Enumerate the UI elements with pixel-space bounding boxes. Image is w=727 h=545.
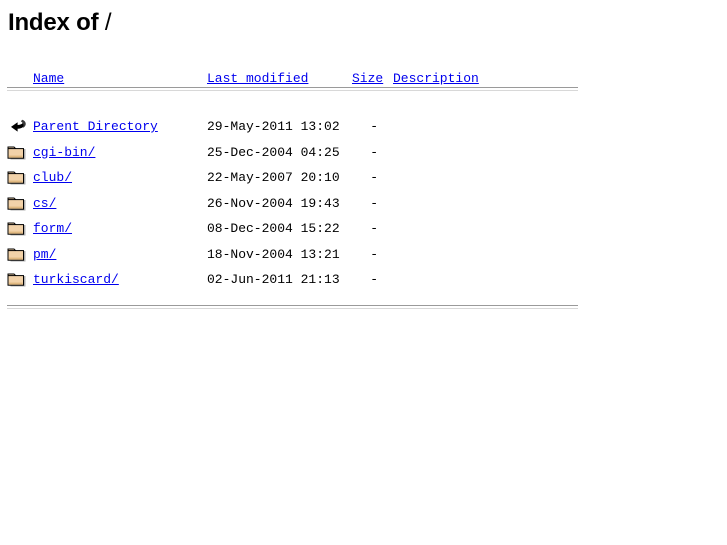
last-modified-value: 18-Nov-2004 13:21: [207, 246, 340, 262]
table-row[interactable]: Parent Directory 29-May-2011 13:02 -: [0, 118, 727, 136]
table-row[interactable]: form/08-Dec-2004 15:22 -: [0, 220, 727, 238]
table-row[interactable]: turkiscard/02-Jun-2011 21:13 -: [0, 271, 727, 289]
table-row[interactable]: club/22-May-2007 20:10 -: [0, 169, 727, 187]
table-header-row: Name Last modified Size Description: [0, 70, 727, 88]
folder-icon: [7, 169, 27, 187]
folder-icon: [7, 220, 27, 238]
folder-icon: [7, 144, 27, 162]
last-modified-value: 22-May-2007 20:10: [207, 170, 340, 185]
size-value: -: [370, 119, 378, 134]
last-modified-value: 26-Nov-2004 19:43: [207, 195, 340, 211]
folder-icon: [7, 246, 27, 264]
column-header-name[interactable]: Name: [33, 70, 64, 88]
directory-link[interactable]: Parent Directory: [33, 118, 158, 136]
directory-link[interactable]: club/: [33, 169, 72, 187]
directory-link[interactable]: cs/: [33, 195, 56, 213]
page-title-path: /: [104, 9, 112, 36]
directory-link[interactable]: pm/: [33, 246, 56, 264]
footer-divider-rule: [7, 305, 578, 309]
size-value: -: [370, 221, 378, 236]
page-title: Index of /: [8, 9, 112, 37]
last-modified-value: 25-Dec-2004 04:25: [207, 144, 340, 160]
directory-link[interactable]: form/: [33, 220, 72, 238]
column-header-last-modified[interactable]: Last modified: [207, 70, 308, 88]
column-header-description[interactable]: Description: [393, 70, 479, 88]
size-value: -: [370, 272, 378, 287]
folder-icon: [7, 195, 27, 213]
header-divider-rule: [7, 87, 578, 91]
column-header-size[interactable]: Size: [352, 70, 383, 88]
table-row[interactable]: cs/26-Nov-2004 19:43 -: [0, 195, 727, 213]
directory-link[interactable]: cgi-bin/: [33, 144, 95, 162]
size-value: -: [370, 195, 378, 211]
size-value: -: [370, 246, 378, 262]
back-arrow-icon: [7, 118, 27, 136]
table-row[interactable]: pm/18-Nov-2004 13:21 -: [0, 246, 727, 264]
directory-link[interactable]: turkiscard/: [33, 271, 119, 289]
last-modified-value: 08-Dec-2004 15:22: [207, 221, 340, 236]
folder-icon: [7, 271, 27, 289]
last-modified-value: 02-Jun-2011 21:13: [207, 272, 340, 287]
size-value: -: [370, 144, 378, 160]
table-row[interactable]: cgi-bin/25-Dec-2004 04:25 -: [0, 144, 727, 162]
size-value: -: [370, 170, 378, 185]
page-title-prefix: Index of: [8, 9, 105, 36]
last-modified-value: 29-May-2011 13:02: [207, 119, 340, 134]
